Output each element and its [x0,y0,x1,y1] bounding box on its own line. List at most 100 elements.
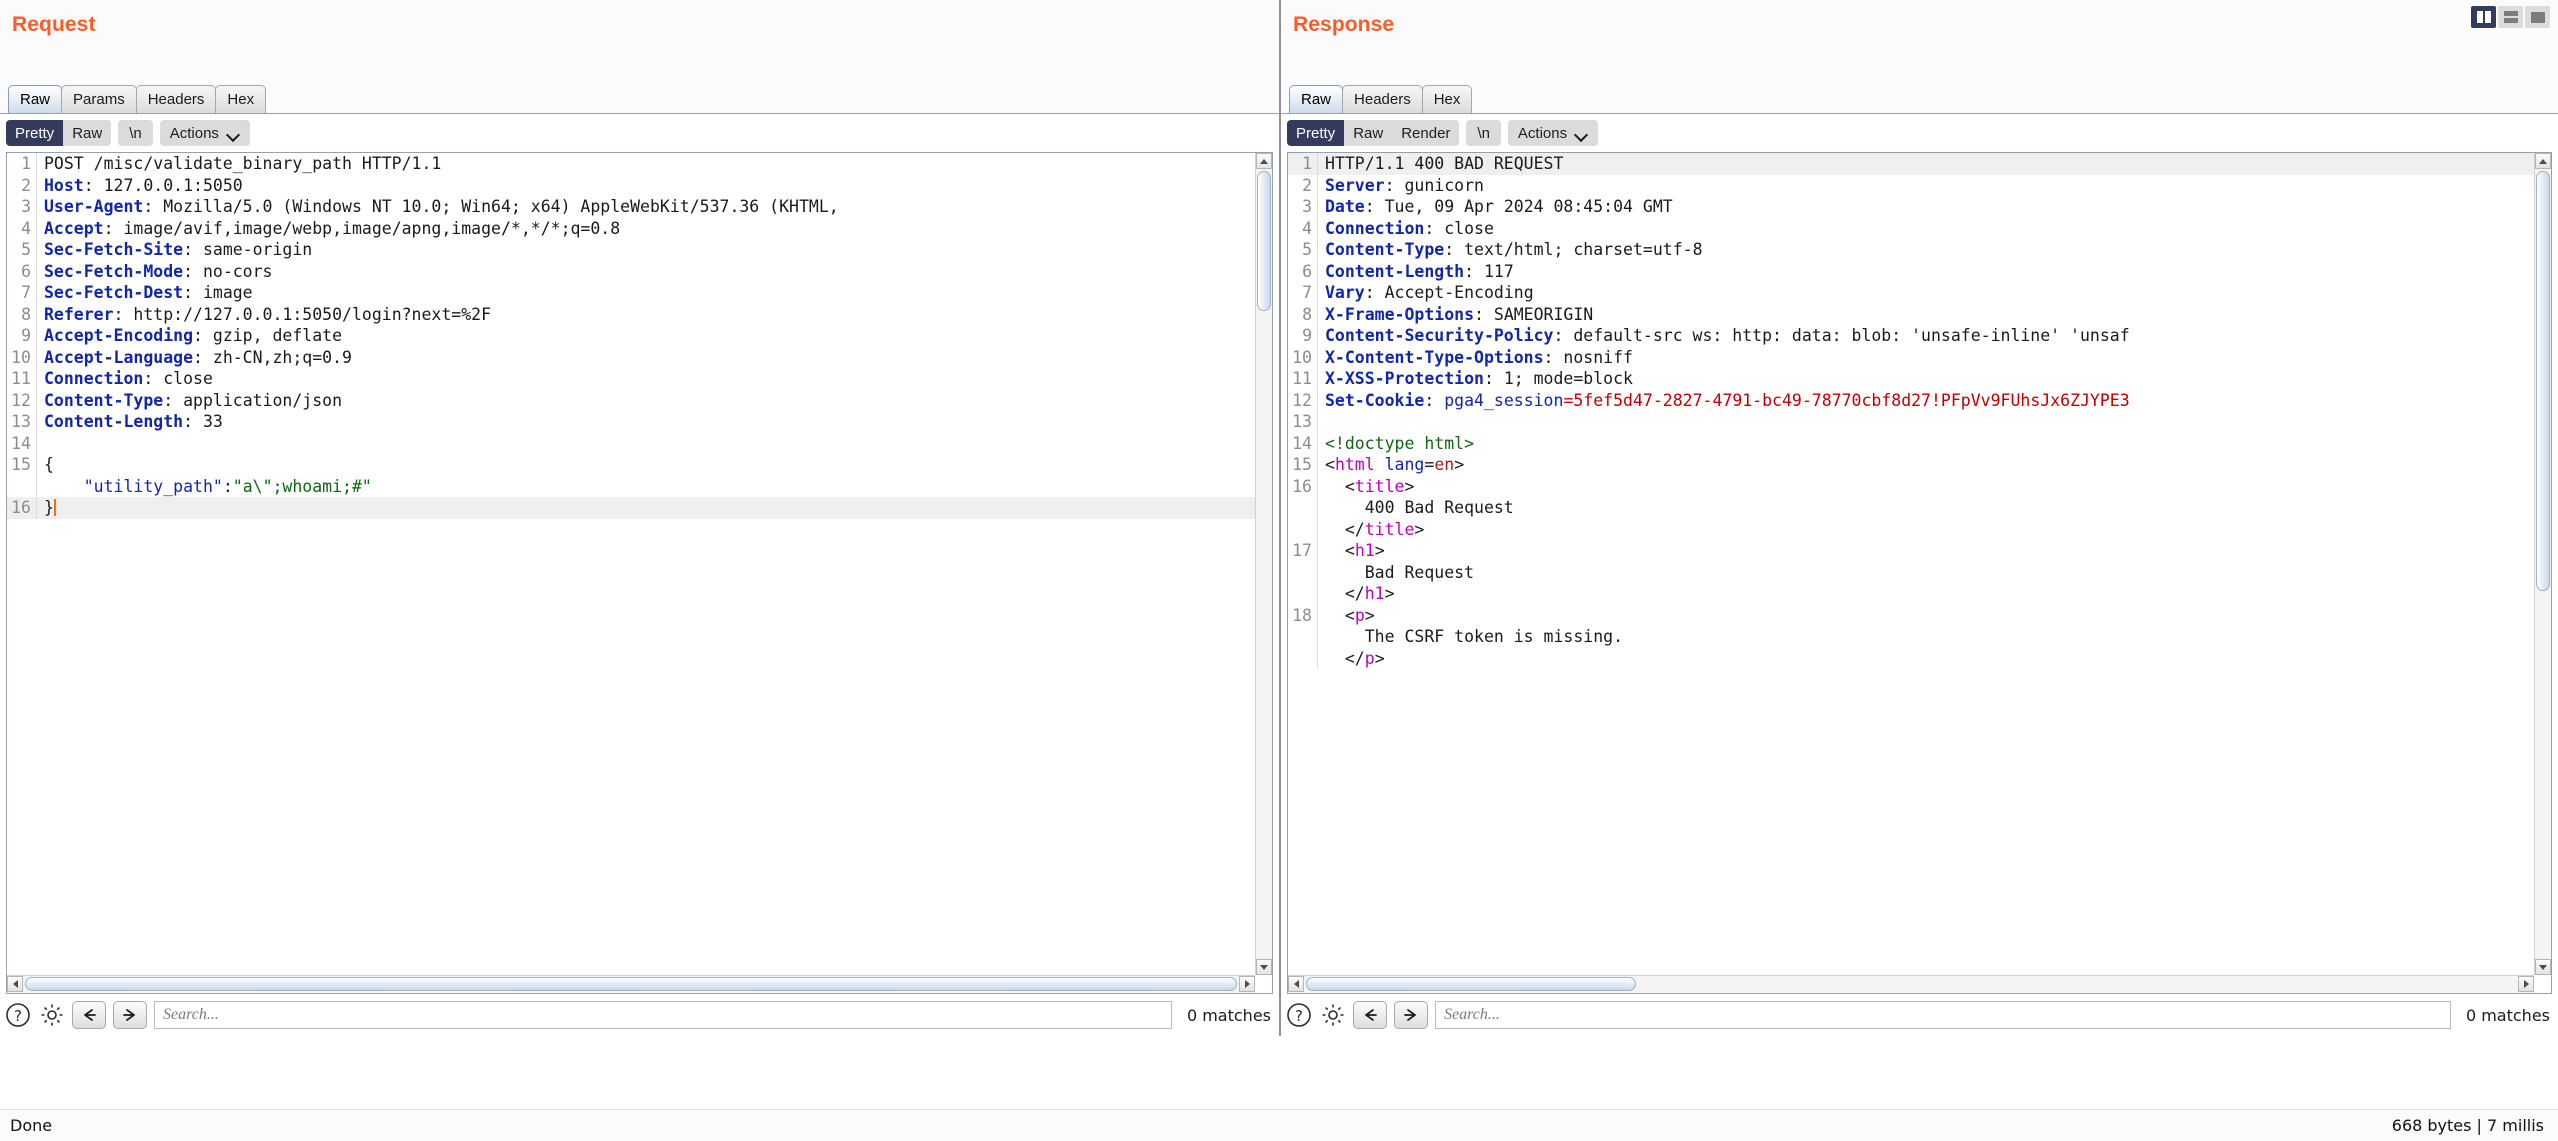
layout-stacked-button[interactable] [2498,6,2523,28]
line-text: <title> [1325,476,1415,496]
line-number [1288,561,1318,583]
response-vscroll-thumb[interactable] [2536,171,2550,591]
response-view-mode-group[interactable]: Pretty Raw Render [1287,120,1460,146]
request-search-input[interactable]: Search... [154,1001,1172,1029]
response-raw-button[interactable]: Raw [1344,120,1392,146]
line-text: User-Agent: Mozilla/5.0 (Windows NT 10.0… [44,197,839,216]
line-text: Connection: close [1325,218,1494,238]
line-text: X-Content-Type-Options: nosniff [1325,347,1633,367]
request-vertical-scrollbar[interactable] [1255,153,1272,975]
code-line: 12 Set-Cookie: pga4_session=5fef5d47-2827… [1288,389,2534,411]
request-search-placeholder: Search... [163,1006,219,1023]
request-match-count: 0 matches [1186,1005,1271,1025]
line-text: Accept: image/avif,image/webp,image/apng… [44,218,621,238]
response-tab-hex[interactable]: Hex [1421,85,1473,113]
help-icon[interactable]: ? [1285,1002,1312,1029]
response-tab-headers[interactable]: Headers [1342,85,1423,113]
find-previous-button[interactable] [1353,1001,1387,1029]
request-newline-button[interactable]: \n [118,120,153,146]
line-text: POST /misc/validate_binary_path HTTP/1.1 [44,154,442,173]
response-horizontal-scrollbar[interactable] [1288,975,2534,993]
line-number: 2 [1288,174,1318,196]
line-text: Content-Type: text/html; charset=utf-8 [1325,240,1703,259]
layout-switcher[interactable] [2471,6,2550,28]
response-hscroll-thumb[interactable] [1306,977,1636,991]
line-number: 3 [1288,196,1318,218]
request-tab-params[interactable]: Params [61,85,137,113]
scroll-left-arrow-icon[interactable] [7,976,23,992]
single-pane-icon [2530,11,2545,23]
find-previous-button[interactable] [72,1001,106,1029]
code-line: 5 Content-Type: text/html; charset=utf-8 [1288,239,2534,261]
code-line: 7 Vary: Accept-Encoding [1288,282,2534,304]
line-number: 3 [7,196,37,218]
line-number: 13 [1288,411,1318,433]
response-pane: Response Raw Headers Hex Pretty Raw Rend… [1281,0,2558,1036]
request-horizontal-scrollbar[interactable] [7,975,1255,993]
request-view-mode-group[interactable]: Pretty Raw [6,120,112,146]
request-tab-raw[interactable]: Raw [8,85,63,113]
code-line: 18 <p> [1288,604,2534,626]
request-tab-headers[interactable]: Headers [135,85,217,113]
code-line: </title> [1288,518,2534,540]
scroll-up-arrow-icon[interactable] [1256,153,1272,169]
response-header: Response [1281,0,2558,84]
line-text: <h1> [1325,541,1385,560]
code-line: 6 Sec-Fetch-Mode: no-cors [7,260,1255,282]
find-next-button[interactable] [1394,1001,1428,1029]
line-text [1318,411,2534,433]
response-render-button[interactable]: Render [1392,120,1459,146]
chevron-down-icon [1576,130,1588,137]
line-text: Content-Security-Policy: default-src ws:… [1325,326,2130,345]
response-actions-button[interactable]: Actions [1507,120,1599,146]
response-editor[interactable]: 1 HTTP/1.1 400 BAD REQUEST 2 Server: gunico… [1288,153,2534,975]
gear-icon[interactable] [1319,1002,1346,1029]
request-code: 1 POST /misc/validate_binary_path HTTP/1.… [7,153,1255,519]
line-text: Sec-Fetch-Site: same-origin [44,240,313,259]
line-number: 13 [7,411,37,433]
response-tab-raw[interactable]: Raw [1289,85,1344,113]
line-number: 16 [1288,475,1318,497]
response-title: Response [1293,13,1395,36]
scroll-right-arrow-icon[interactable] [1239,976,1255,992]
code-line: 4 Connection: close [1288,217,2534,239]
line-text: Connection: close [44,369,213,388]
code-line: </p> [1288,647,2534,669]
line-text: </h1> [1325,584,1395,603]
response-vertical-scrollbar[interactable] [2534,153,2551,975]
response-search-input[interactable]: Search... [1435,1001,2451,1029]
code-line: 14 <!doctype html> [1288,432,2534,454]
request-editor[interactable]: 1 POST /misc/validate_binary_path HTTP/1.… [7,153,1255,975]
request-hscroll-thumb[interactable] [25,977,1237,991]
scroll-left-arrow-icon[interactable] [1288,976,1304,992]
response-newline-button[interactable]: \n [1466,120,1501,146]
request-actions-label: Actions [169,124,219,142]
layout-single-button[interactable] [2525,6,2550,28]
help-icon[interactable]: ? [4,1002,31,1029]
scroll-down-arrow-icon[interactable] [2535,959,2551,975]
scroll-right-arrow-icon[interactable] [2518,976,2534,992]
line-number [7,475,37,497]
line-number [1288,497,1318,519]
response-pretty-button[interactable]: Pretty [1287,120,1345,146]
request-vscroll-thumb[interactable] [1257,171,1271,311]
code-line: 3 User-Agent: Mozilla/5.0 (Windows NT 10.… [7,196,1255,218]
scroll-down-arrow-icon[interactable] [1256,959,1272,975]
request-newline-group[interactable]: \n [118,120,153,146]
layout-side-by-side-button[interactable] [2471,6,2496,28]
response-code: 1 HTTP/1.1 400 BAD REQUEST 2 Server: gunico… [1288,153,2534,669]
split-panes: Request Raw Params Headers Hex Pretty Ra… [0,0,2558,1036]
request-actions-button[interactable]: Actions [159,120,250,146]
request-pretty-button[interactable]: Pretty [6,120,64,146]
scroll-up-arrow-icon[interactable] [2535,153,2551,169]
gear-icon[interactable] [38,1002,65,1029]
code-line: 11 X-XSS-Protection: 1; mode=block [1288,368,2534,390]
response-newline-group[interactable]: \n [1466,120,1501,146]
request-raw-button[interactable]: Raw [63,120,111,146]
request-tab-params-label: Params [73,91,125,108]
find-next-button[interactable] [113,1001,147,1029]
request-tab-hex[interactable]: Hex [215,85,267,113]
burp-message-editor: Request Raw Params Headers Hex Pretty Ra… [0,0,2558,1141]
text-caret [53,499,56,516]
code-line: </h1> [1288,583,2534,605]
